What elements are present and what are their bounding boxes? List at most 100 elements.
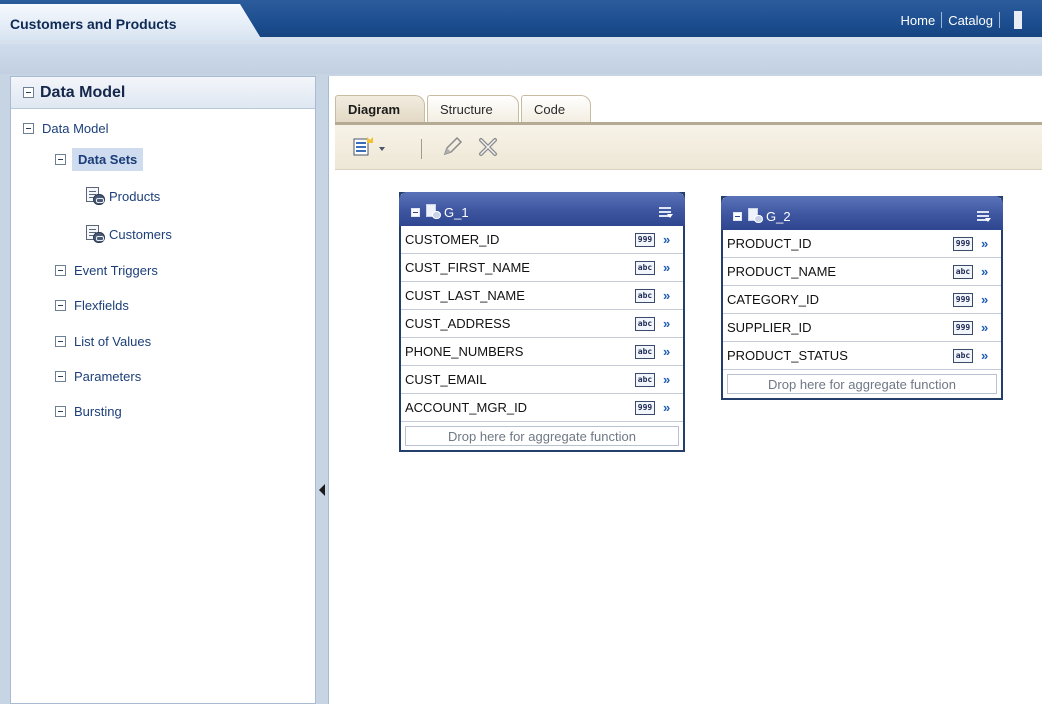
tree-item-label: Data Sets <box>72 148 144 171</box>
tree-item-label: Customers <box>109 226 172 242</box>
field-row[interactable]: CUST_FIRST_NAME abc » <box>401 254 683 282</box>
collapse-toggle-icon[interactable] <box>733 211 742 221</box>
field-row[interactable]: CATEGORY_ID 999 » <box>723 286 1001 314</box>
sql-dataset-icon <box>85 224 107 244</box>
collapse-toggle-icon[interactable] <box>23 123 34 134</box>
global-links: Home Catalog <box>901 11 1022 29</box>
new-dataset-icon[interactable] <box>353 137 387 163</box>
panel-header: Data Model <box>11 77 315 109</box>
field-name: CUST_FIRST_NAME <box>405 260 530 275</box>
tab-diagram[interactable]: Diagram <box>335 95 425 123</box>
field-row[interactable]: PRODUCT_STATUS abc » <box>723 342 1001 370</box>
app-title: Customers and Products <box>10 16 177 32</box>
text-type-icon: abc <box>635 316 655 331</box>
tree-item-label: List of Values <box>74 334 152 349</box>
tree-item-flexfields[interactable]: Flexfields <box>55 298 129 313</box>
field-expand-icon[interactable]: » <box>663 260 675 275</box>
field-expand-icon[interactable]: » <box>663 400 675 415</box>
tree-item-bursting[interactable]: Bursting <box>55 404 122 419</box>
field-name: CATEGORY_ID <box>727 292 819 307</box>
field-expand-icon[interactable]: » <box>981 292 993 307</box>
diagram-editor: Diagram Structure Code G_1 CUSTOMER_ID 9… <box>328 76 1042 704</box>
tree-item-label: Data Model <box>42 121 109 136</box>
text-type-icon: abc <box>953 264 973 279</box>
field-row[interactable]: CUSTOMER_ID 999 » <box>401 226 683 254</box>
tree-item-parameters[interactable]: Parameters <box>55 369 141 384</box>
field-row[interactable]: ACCOUNT_MGR_ID 999 » <box>401 394 683 422</box>
collapse-toggle-icon[interactable] <box>55 300 66 311</box>
field-name: CUST_LAST_NAME <box>405 288 525 303</box>
field-expand-icon[interactable]: » <box>663 316 675 331</box>
collapse-toggle-icon[interactable] <box>55 336 66 347</box>
field-expand-icon[interactable]: » <box>663 232 675 247</box>
tree-item-label: Bursting <box>74 404 122 419</box>
text-type-icon: abc <box>953 348 973 363</box>
field-expand-icon[interactable]: » <box>663 344 675 359</box>
text-type-icon: abc <box>635 260 655 275</box>
editor-tabbar: Diagram Structure Code <box>329 76 1042 126</box>
field-name: ACCOUNT_MGR_ID <box>405 400 528 415</box>
field-row[interactable]: SUPPLIER_ID 999 » <box>723 314 1001 342</box>
data-group-g1[interactable]: G_1 CUSTOMER_ID 999» CUST_FIRST_NAME abc» CU… <box>399 192 685 452</box>
field-expand-icon[interactable]: » <box>981 348 993 363</box>
header-edge-block <box>1014 11 1022 29</box>
tree-item-data-sets[interactable]: Data Sets <box>55 148 144 171</box>
tree-item-label: Flexfields <box>74 298 129 313</box>
sql-dataset-icon <box>85 186 107 206</box>
home-link[interactable]: Home <box>901 13 936 28</box>
field-name: PRODUCT_STATUS <box>727 348 848 363</box>
field-expand-icon[interactable]: » <box>981 264 993 279</box>
group-menu-icon[interactable] <box>659 206 673 218</box>
data-group-g2[interactable]: G_2 PRODUCT_ID 999» PRODUCT_NAME abc» CATEGO… <box>721 196 1003 400</box>
tree-item-products[interactable]: Products <box>85 186 160 206</box>
field-expand-icon[interactable]: » <box>663 288 675 303</box>
number-type-icon: 999 <box>953 292 973 307</box>
text-type-icon: abc <box>635 372 655 387</box>
panel-title: Data Model <box>40 83 126 101</box>
catalog-link[interactable]: Catalog <box>948 13 993 28</box>
field-expand-icon[interactable]: » <box>663 372 675 387</box>
tab-structure[interactable]: Structure <box>427 95 519 123</box>
tab-code[interactable]: Code <box>521 95 591 123</box>
toolbar-separator <box>421 139 422 159</box>
group-name: G_2 <box>766 208 791 224</box>
tree-item-list-of-values[interactable]: List of Values <box>55 334 151 349</box>
tree-item-data-model[interactable]: Data Model <box>23 121 108 136</box>
tree-item-event-triggers[interactable]: Event Triggers <box>55 263 158 278</box>
field-row[interactable]: CUST_LAST_NAME abc » <box>401 282 683 310</box>
group-menu-icon[interactable] <box>977 210 991 222</box>
collapse-toggle-icon[interactable] <box>55 265 66 276</box>
aggregate-drop-zone[interactable]: Drop here for aggregate function <box>727 374 997 394</box>
field-expand-icon[interactable]: » <box>981 236 993 251</box>
tree-item-customers[interactable]: Customers <box>85 224 172 244</box>
collapse-left-arrow-icon[interactable] <box>319 484 325 496</box>
collapse-toggle-icon[interactable] <box>55 406 66 417</box>
group-name: G_1 <box>444 204 469 220</box>
number-type-icon: 999 <box>635 232 655 247</box>
number-type-icon: 999 <box>953 320 973 335</box>
group-header[interactable]: G_1 <box>399 192 685 226</box>
collapse-toggle-icon[interactable] <box>55 154 66 165</box>
collapse-toggle-icon[interactable] <box>55 371 66 382</box>
field-list: PRODUCT_ID 999» PRODUCT_NAME abc» CATEGORY_I… <box>723 230 1001 370</box>
field-row[interactable]: PRODUCT_NAME abc » <box>723 258 1001 286</box>
field-row[interactable]: PHONE_NUMBERS abc » <box>401 338 683 366</box>
field-row[interactable]: CUST_ADDRESS abc » <box>401 310 683 338</box>
field-name: PRODUCT_ID <box>727 236 812 251</box>
group-header[interactable]: G_2 <box>721 196 1003 230</box>
collapse-toggle-icon[interactable] <box>411 207 420 217</box>
tree-item-label: Parameters <box>74 369 142 384</box>
link-divider <box>941 12 943 28</box>
edit-pencil-icon[interactable] <box>441 136 463 162</box>
collapse-toggle-icon[interactable] <box>23 87 34 98</box>
field-row[interactable]: CUST_EMAIL abc » <box>401 366 683 394</box>
aggregate-drop-zone[interactable]: Drop here for aggregate function <box>405 426 679 446</box>
field-list: CUSTOMER_ID 999» CUST_FIRST_NAME abc» CUST_L… <box>401 226 683 422</box>
text-type-icon: abc <box>635 344 655 359</box>
field-row[interactable]: PRODUCT_ID 999 » <box>723 230 1001 258</box>
delete-x-icon[interactable] <box>477 136 499 162</box>
app-title-tab: Customers and Products <box>0 4 262 40</box>
field-expand-icon[interactable]: » <box>981 320 993 335</box>
panel-splitter[interactable] <box>318 76 326 704</box>
tree-item-label: Event Triggers <box>74 263 158 278</box>
